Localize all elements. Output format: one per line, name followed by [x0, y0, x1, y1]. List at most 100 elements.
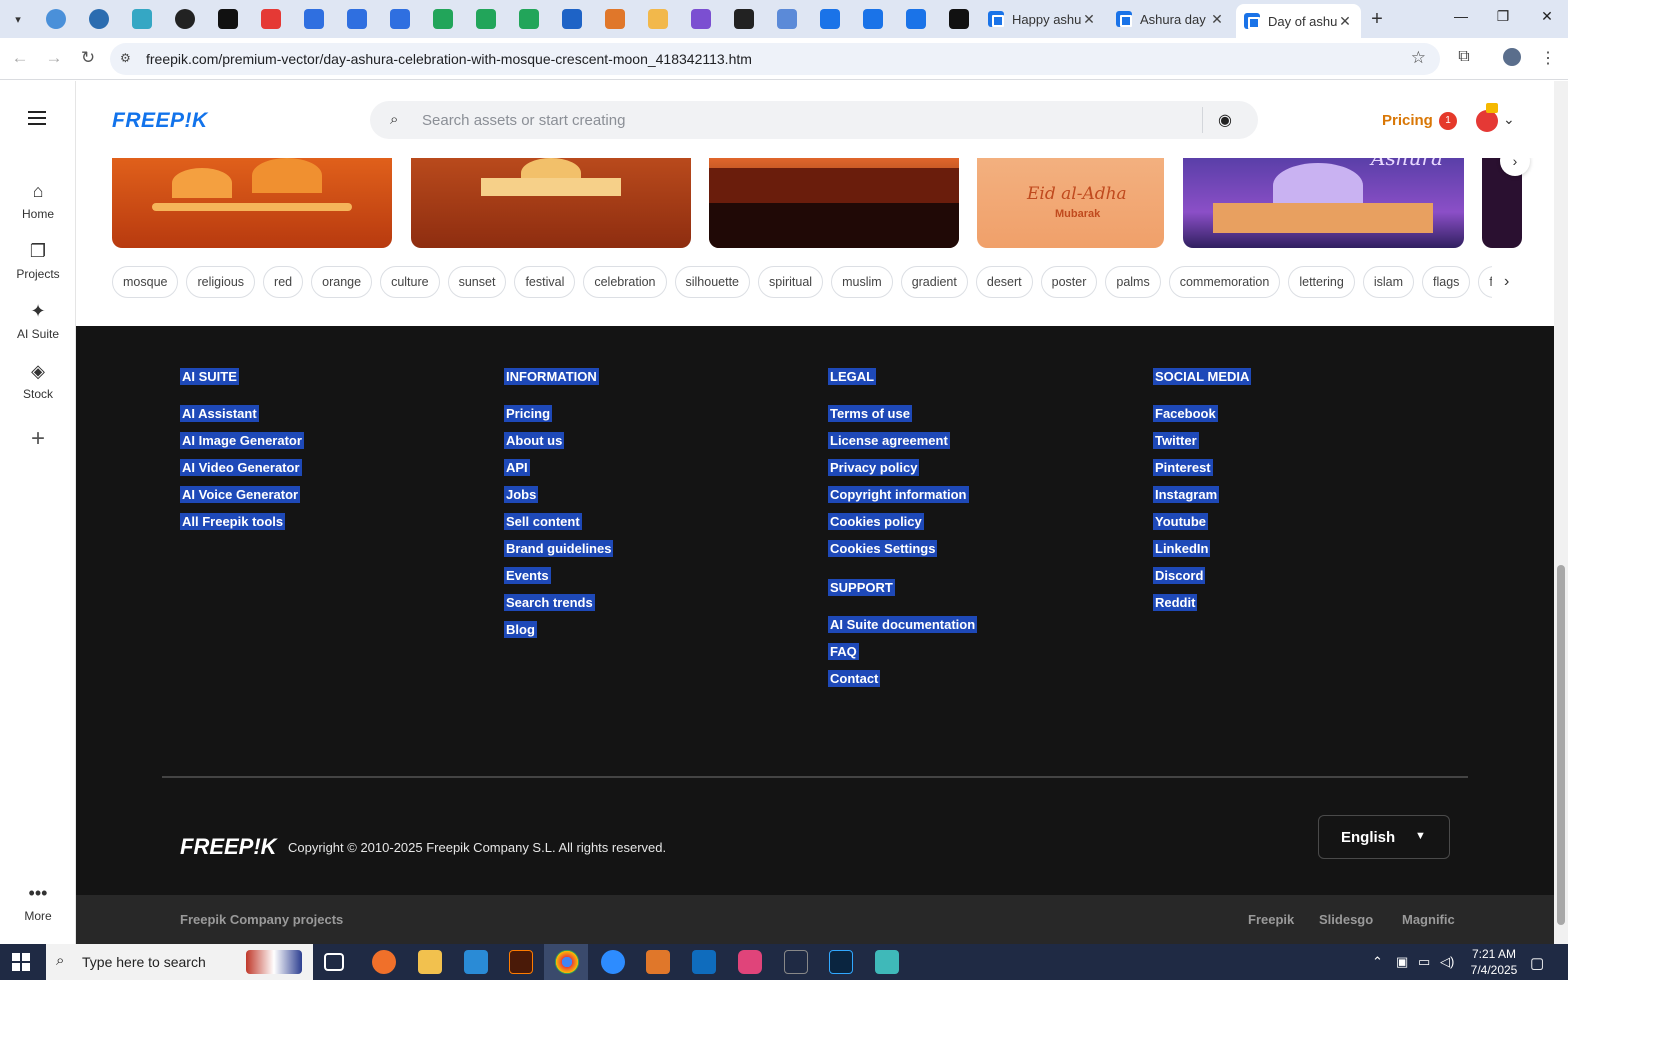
illustrator-icon[interactable]: [509, 950, 533, 974]
language-select[interactable]: English ▼: [1318, 815, 1450, 859]
pen-tool-icon[interactable]: [784, 950, 808, 974]
pinned-tab-icon[interactable]: [132, 9, 152, 29]
footer-link[interactable]: Twitter: [1153, 432, 1199, 449]
footer-logo[interactable]: FREEP!K: [180, 834, 277, 860]
windows-start-icon[interactable]: [12, 953, 30, 971]
network-icon[interactable]: ▭: [1418, 954, 1430, 970]
tab-ashura-day[interactable]: Ashura day ✕: [1108, 4, 1233, 34]
footer-link[interactable]: AI Video Generator: [180, 459, 302, 476]
pinned-tab-icon[interactable]: [89, 9, 109, 29]
company-link-magnific[interactable]: Magnific: [1402, 912, 1455, 927]
footer-link[interactable]: Instagram: [1153, 486, 1220, 503]
sidebar-item-stock[interactable]: ◈ Stock: [0, 361, 76, 401]
footer-link[interactable]: LinkedIn: [1153, 540, 1211, 557]
creative-cloud-icon[interactable]: [738, 950, 762, 974]
company-link-slidesgo[interactable]: Slidesgo: [1319, 912, 1373, 927]
tag-chip[interactable]: festival: [514, 266, 576, 298]
footer-link[interactable]: API: [504, 459, 530, 476]
outlook-icon[interactable]: [692, 950, 716, 974]
tag-chip[interactable]: islam: [1362, 266, 1414, 298]
minimize-icon[interactable]: —: [1446, 8, 1476, 24]
tag-chip[interactable]: desert: [975, 266, 1033, 298]
sheets-tab-icon[interactable]: [433, 9, 453, 29]
footer-link[interactable]: Privacy policy: [828, 459, 920, 476]
footer-link[interactable]: Sell content: [504, 513, 582, 530]
chrome-icon[interactable]: [555, 950, 579, 974]
sidebar-item-home[interactable]: ⌂ Home: [0, 181, 76, 221]
related-thumbnail[interactable]: Eid al-Adha Mubarak: [977, 158, 1164, 248]
footer-link[interactable]: Contact: [828, 670, 881, 687]
photoshop-icon[interactable]: [829, 950, 853, 974]
pinned-tab-icon[interactable]: [46, 9, 66, 29]
tag-chip[interactable]: lettering: [1288, 266, 1355, 298]
close-window-icon[interactable]: ✕: [1532, 8, 1562, 25]
restore-icon[interactable]: ❐: [1488, 8, 1518, 25]
tray-device-icon[interactable]: ▣: [1396, 954, 1408, 970]
sidebar-item-projects[interactable]: ❐ Projects: [0, 241, 76, 281]
footer-link[interactable]: Youtube: [1153, 513, 1209, 530]
pinned-tab-icon[interactable]: [820, 9, 840, 29]
close-tab-icon[interactable]: ✕: [1337, 13, 1353, 30]
related-thumbnail[interactable]: [709, 158, 959, 248]
footer-link[interactable]: Reddit: [1153, 594, 1198, 611]
taskbar-search[interactable]: ⌕ Type here to search: [46, 944, 313, 980]
camera-search-icon[interactable]: ◉: [1218, 110, 1232, 130]
close-tab-icon[interactable]: ✕: [1209, 11, 1225, 28]
pinned-tab-icon[interactable]: [734, 9, 754, 29]
taskbar-clock[interactable]: 7:21 AM 7/4/2025: [1452, 946, 1536, 978]
freepik-logo[interactable]: FREEP!K: [112, 109, 208, 133]
tag-chip[interactable]: culture: [380, 266, 440, 298]
tray-chevron-icon[interactable]: ⌃: [1372, 954, 1383, 970]
task-view-icon[interactable]: [324, 953, 344, 971]
back-arrow-icon[interactable]: ←: [9, 48, 31, 68]
tag-chip[interactable]: muslim: [831, 266, 893, 298]
firefox-icon[interactable]: [372, 950, 396, 974]
footer-link[interactable]: Pricing: [504, 405, 553, 422]
user-avatar[interactable]: [1476, 110, 1498, 132]
footer-link[interactable]: Pinterest: [1153, 459, 1213, 476]
tag-chip[interactable]: religious: [186, 266, 256, 298]
tag-chip[interactable]: flags: [1422, 266, 1471, 298]
docs-tab-icon[interactable]: [347, 9, 367, 29]
footer-link[interactable]: Facebook: [1153, 405, 1218, 422]
address-bar[interactable]: ⚙ freepik.com/premium-vector/day-ashura-…: [110, 43, 1440, 75]
tags-next-chevron-icon[interactable]: ›: [1504, 273, 1509, 291]
tag-chip[interactable]: celebration: [583, 266, 667, 298]
tag-chip[interactable]: commemoration: [1168, 266, 1281, 298]
search-input[interactable]: [422, 109, 1182, 131]
footer-link[interactable]: FAQ: [828, 643, 859, 660]
footer-link[interactable]: Jobs: [504, 486, 539, 503]
tag-chip[interactable]: gradient: [900, 266, 968, 298]
docs-tab-icon[interactable]: [390, 9, 410, 29]
related-thumbnail[interactable]: [112, 158, 392, 248]
footer-link[interactable]: About us: [504, 432, 565, 449]
add-icon[interactable]: +: [19, 425, 57, 455]
sidebar-item-more[interactable]: ••• More: [0, 883, 76, 923]
pinned-tab-icon[interactable]: [261, 9, 281, 29]
pinned-tab-icon[interactable]: [218, 9, 238, 29]
pinned-tab-icon[interactable]: [949, 9, 969, 29]
forward-arrow-icon[interactable]: →: [43, 48, 65, 68]
docs-tab-icon[interactable]: [304, 9, 324, 29]
tag-chip[interactable]: silhouette: [674, 266, 751, 298]
sidebar-item-ai-suite[interactable]: ✦ AI Suite: [0, 301, 76, 341]
related-thumbnail[interactable]: [411, 158, 691, 248]
tag-chip[interactable]: sunset: [447, 266, 507, 298]
footer-link[interactable]: Brand guidelines: [504, 540, 614, 557]
close-tab-icon[interactable]: ✕: [1081, 11, 1097, 28]
footer-link[interactable]: AI Assistant: [180, 405, 259, 422]
tag-chip[interactable]: red: [263, 266, 304, 298]
pinned-tab-icon[interactable]: [648, 9, 668, 29]
tab-day-of-ashura[interactable]: Day of ashu ✕: [1236, 4, 1361, 38]
bookmark-star-icon[interactable]: ☆: [1411, 48, 1426, 68]
tag-chip[interactable]: mosque: [112, 266, 179, 298]
pinned-tab-icon[interactable]: [906, 9, 926, 29]
footer-link[interactable]: Cookies Settings: [828, 540, 938, 557]
sheets-tab-icon[interactable]: [519, 9, 539, 29]
tag-chip[interactable]: orange: [311, 266, 373, 298]
footer-link[interactable]: All Freepik tools: [180, 513, 286, 530]
footer-link[interactable]: Copyright information: [828, 486, 969, 503]
reload-icon[interactable]: ↻: [77, 48, 99, 68]
tag-chip[interactable]: flyer: [1478, 266, 1492, 298]
browser-menu-icon[interactable]: ⋮: [1536, 48, 1560, 68]
